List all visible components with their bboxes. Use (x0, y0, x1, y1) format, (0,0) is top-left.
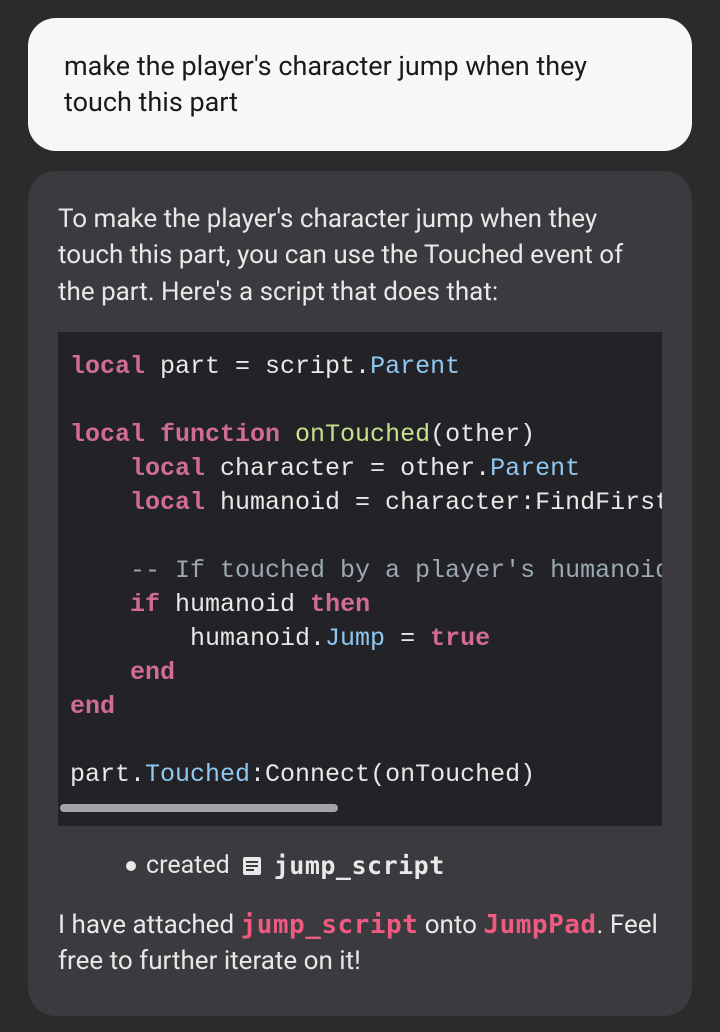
code-keyword: local (70, 352, 145, 381)
code-text: part. (70, 760, 145, 789)
code-comment: -- If touched by a player's humanoid (70, 556, 662, 585)
code-text: = (385, 624, 430, 653)
code-property: Parent (370, 352, 460, 381)
code-content: local part = script.Parent local functio… (58, 350, 662, 792)
code-text: :Connect(onTouched) (250, 760, 535, 789)
code-text: part = script. (145, 352, 370, 381)
code-keyword: then (310, 590, 370, 619)
assistant-message-bubble: To make the player's character jump when… (28, 171, 692, 1016)
created-label: created (146, 848, 230, 883)
code-text: character = other. (205, 454, 490, 483)
code-keyword: local (70, 420, 145, 449)
outro-text: onto (418, 910, 483, 940)
bullet-icon (126, 861, 136, 871)
code-function: onTouched (280, 420, 430, 449)
created-script-name[interactable]: jump_script (274, 848, 445, 883)
horizontal-scrollbar-thumb[interactable] (60, 804, 338, 812)
code-text: humanoid (160, 590, 310, 619)
code-keyword: true (430, 624, 490, 653)
code-keyword: end (70, 658, 175, 687)
code-keyword: local (130, 454, 205, 483)
code-keyword: if (130, 590, 160, 619)
outro-text: I have attached (58, 910, 241, 940)
code-keyword: function (145, 420, 280, 449)
code-text (70, 488, 130, 517)
code-property: Touched (145, 760, 250, 789)
code-text: (other) (430, 420, 535, 449)
user-message-text: make the player's character jump when th… (64, 50, 587, 118)
user-message-bubble: make the player's character jump when th… (28, 18, 692, 151)
code-block[interactable]: local part = script.Parent local functio… (58, 332, 662, 826)
code-text: humanoid. (70, 624, 325, 653)
horizontal-scrollbar-track[interactable] (58, 804, 662, 812)
created-indicator: created jump_script (126, 848, 662, 883)
script-icon (240, 854, 264, 878)
inline-script-name[interactable]: jump_script (241, 910, 419, 940)
assistant-outro-text: I have attached jump_script onto JumpPad… (58, 907, 662, 980)
assistant-intro-text: To make the player's character jump when… (58, 201, 662, 310)
code-text (70, 590, 130, 619)
code-text: humanoid = character:FindFirstChildOfCla… (205, 488, 662, 517)
code-keyword: local (130, 488, 205, 517)
code-property: Parent (490, 454, 580, 483)
code-property: Jump (325, 624, 385, 653)
code-keyword: end (70, 692, 115, 721)
inline-object-name[interactable]: JumpPad (483, 910, 596, 940)
code-text (70, 454, 130, 483)
